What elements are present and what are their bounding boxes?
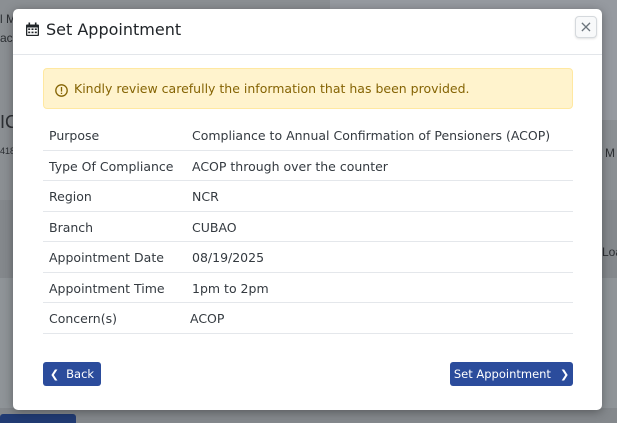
table-row: Appointment Time 1pm to 2pm (43, 273, 573, 303)
back-button[interactable]: ❮ Back (43, 362, 101, 386)
row-value: ACOP (190, 311, 225, 326)
modal-title: Set Appointment (46, 20, 182, 39)
row-value: Compliance to Annual Confirmation of Pen… (192, 128, 551, 143)
table-row: Appointment Date 08/19/2025 (43, 242, 573, 273)
table-row: Purpose Compliance to Annual Confirmatio… (43, 120, 573, 151)
row-value: CUBAO (192, 219, 237, 235)
appointment-details-table: Purpose Compliance to Annual Confirmatio… (43, 120, 573, 334)
row-label: Appointment Date (49, 250, 164, 265)
chevron-left-icon: ❮ (49, 367, 60, 381)
exclamation-circle-icon (55, 82, 68, 97)
background-text: ac (0, 31, 13, 45)
row-value: NCR (192, 189, 219, 204)
row-label: Purpose (49, 128, 100, 143)
background-text: Loa (602, 245, 617, 259)
row-label: Appointment Time (49, 280, 165, 296)
table-row: Branch CUBAO (43, 212, 573, 242)
background-button (0, 414, 76, 423)
table-row: Concern(s) ACOP (43, 303, 573, 334)
background-card (600, 278, 617, 408)
modal-title-group: Set Appointment (25, 20, 181, 39)
row-label: Region (49, 189, 92, 204)
set-appointment-button-label: Set Appointment (453, 367, 551, 381)
background-text: M (605, 146, 615, 160)
row-value: 1pm to 2pm (192, 280, 269, 296)
set-appointment-modal: Set Appointment × Kindly review carefull… (13, 9, 602, 410)
row-value: 08/19/2025 (192, 250, 265, 265)
review-alert: Kindly review carefully the information … (43, 68, 573, 109)
back-button-label: Back (66, 367, 95, 381)
row-label: Branch (49, 219, 94, 235)
table-row: Region NCR (43, 181, 573, 212)
chevron-right-icon: ❯ (559, 367, 570, 381)
table-row: Type Of Compliance ACOP through over the… (43, 151, 573, 181)
alert-message: Kindly review carefully the information … (74, 81, 470, 96)
close-button[interactable]: × (575, 16, 597, 38)
set-appointment-button[interactable]: Set Appointment ❯ (450, 362, 573, 386)
calendar-icon (25, 22, 40, 37)
row-value: ACOP through over the counter (192, 158, 388, 174)
modal-header: Set Appointment × (13, 9, 602, 55)
row-label: Type Of Compliance (49, 158, 174, 174)
row-label: Concern(s) (49, 311, 117, 326)
